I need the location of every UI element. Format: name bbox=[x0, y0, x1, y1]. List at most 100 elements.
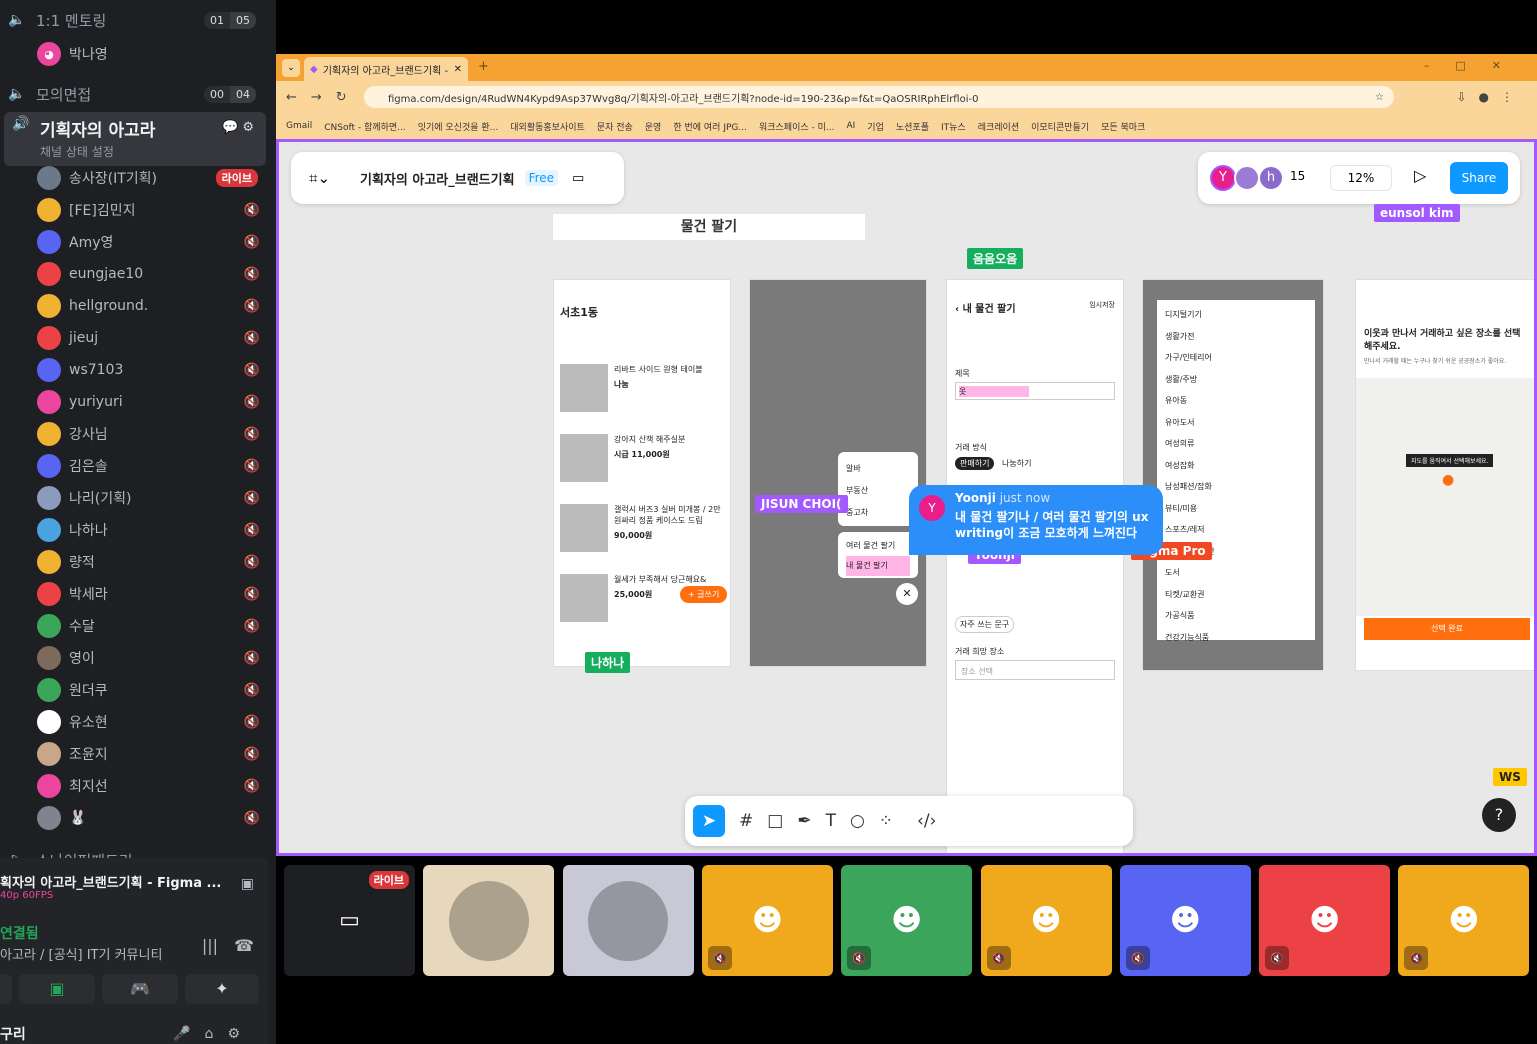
bookmark-item[interactable]: 한 번에 여러 JPG... bbox=[673, 120, 747, 133]
collaborator-avatar[interactable] bbox=[1234, 165, 1260, 191]
voice-user[interactable]: 나하나 🔇 bbox=[37, 516, 262, 544]
soundboard-button[interactable]: ✦ bbox=[185, 974, 259, 1004]
category-item[interactable]: 남성패션/잡화 bbox=[1165, 476, 1307, 498]
voice-user[interactable]: 수달 🔇 bbox=[37, 612, 262, 640]
user-tile[interactable]: ☻ 🔇 bbox=[980, 865, 1112, 976]
voice-user[interactable]: 강사님 🔇 bbox=[37, 420, 262, 448]
phone-frame-place[interactable]: 이웃과 만나서 거래하고 싶은 장소를 선택해주세요. 만나서 거래할 때는 누… bbox=[1355, 279, 1534, 671]
voice-user[interactable]: Amy영 🔇 bbox=[37, 228, 262, 256]
voice-channel-active[interactable]: 🔊 기획자의 아고라 채널 상태 설정 💬⚙ bbox=[4, 112, 266, 166]
pen-tool-icon[interactable]: ✒ bbox=[797, 811, 811, 831]
voice-user[interactable]: ◕ 박나영 bbox=[37, 40, 262, 68]
voice-channel-mentoring[interactable]: 🔈 1:1 멘토링 01 05 bbox=[0, 6, 268, 34]
voice-channel-interview[interactable]: 🔈 모의면접 00 04 bbox=[0, 80, 268, 108]
bookmark-item[interactable]: 노션포폴 bbox=[896, 120, 929, 133]
stop-stream-icon[interactable]: ▣ bbox=[241, 876, 254, 892]
voice-user[interactable]: [FE]김민지 🔇 bbox=[37, 196, 262, 224]
screen-share-button[interactable]: ▣ bbox=[19, 974, 95, 1004]
category-item[interactable]: 생활/주방 bbox=[1165, 369, 1307, 391]
bookmark-item[interactable]: CNSoft - 함께하면... bbox=[324, 120, 405, 133]
file-name[interactable]: 기획자의 아고라_브랜드기획 bbox=[360, 169, 515, 188]
text-tool-icon[interactable]: T bbox=[826, 811, 836, 831]
comment-bubble[interactable]: Y Yoonji just now 내 물건 팔기나 / 여러 물건 팔기의 u… bbox=[909, 485, 1163, 555]
save-draft-link[interactable]: 임시저장 bbox=[1089, 300, 1115, 310]
phone-frame-category[interactable]: 디지털기기 생활가전 가구/인테리어 생활/주방 유아동 유아도서 여성의류 여성잡화 남성패션… bbox=[1142, 279, 1324, 671]
present-icon[interactable]: ▷ bbox=[1414, 166, 1426, 185]
comment-tool-icon[interactable]: ○ bbox=[850, 811, 865, 831]
category-item[interactable]: 가구/인테리어 bbox=[1165, 347, 1307, 369]
category-item[interactable]: 유아동 bbox=[1165, 390, 1307, 412]
close-tab-icon[interactable]: ✕ bbox=[454, 64, 462, 75]
voice-user[interactable]: hellground. 🔇 bbox=[37, 292, 262, 320]
category-item[interactable]: 도서 bbox=[1165, 562, 1307, 584]
voice-user[interactable]: jieuj 🔇 bbox=[37, 324, 262, 352]
bookmark-item[interactable]: 기업 bbox=[867, 120, 884, 133]
channel-status[interactable]: 채널 상태 설정 bbox=[40, 143, 155, 160]
user-tile[interactable]: ☻ 🔇 bbox=[1398, 865, 1530, 976]
voice-user[interactable]: 량적 🔇 bbox=[37, 548, 262, 576]
user-tile[interactable]: ☻ 🔇 bbox=[701, 865, 833, 976]
collaborator-avatar[interactable]: h bbox=[1258, 165, 1284, 191]
voice-user[interactable]: 송사장(IT기획) 라이브 bbox=[37, 164, 262, 192]
voice-user[interactable]: 유소현 🔇 bbox=[37, 708, 262, 736]
figma-canvas[interactable]: ⌗⌄ 기획자의 아고라_브랜드기획 Free ▭ Y h 15 12% ▷ Sh… bbox=[276, 139, 1537, 856]
voice-user[interactable]: 김은솔 🔇 bbox=[37, 452, 262, 480]
bookmark-item[interactable]: 문자 전송 bbox=[597, 120, 633, 133]
help-icon[interactable]: ? bbox=[1482, 798, 1516, 832]
bookmark-item[interactable]: 대외활동홍보사이트 bbox=[510, 120, 585, 133]
listing-item[interactable]: 리바트 사이드 원형 테이블 나눔 bbox=[554, 356, 730, 420]
user-controls-icon[interactable]: 🎤⌂⚙ bbox=[173, 1026, 254, 1042]
category-item[interactable]: 뷰티/미용 bbox=[1165, 498, 1307, 520]
voice-user[interactable]: 🐰 🔇 bbox=[37, 804, 262, 832]
bookmark-item[interactable]: 워크스페이스 - 미... bbox=[759, 120, 835, 133]
browser-tab[interactable]: ◆ 기획자의 아고라_브랜드기획 - ✕ bbox=[304, 57, 468, 81]
dev-mode-icon[interactable]: ‹/› bbox=[917, 811, 936, 831]
bookmark-item[interactable]: 이모티콘만들기 bbox=[1031, 120, 1089, 133]
back-icon[interactable]: ‹ bbox=[955, 304, 963, 315]
voice-user[interactable]: 영이 🔇 bbox=[37, 644, 262, 672]
user-tile[interactable]: ☻ 🔇 bbox=[1259, 865, 1391, 976]
collaborator-avatar[interactable]: Y bbox=[1210, 165, 1236, 191]
disconnect-icon[interactable]: ☎ bbox=[234, 936, 254, 955]
category-item[interactable]: 가공식품 bbox=[1165, 605, 1307, 627]
popup-menu-item[interactable]: 알바 bbox=[846, 458, 910, 480]
title-input[interactable]: 옷 bbox=[955, 382, 1115, 400]
bookmark-item[interactable]: AI bbox=[846, 121, 855, 131]
move-tool-icon[interactable]: ➤ bbox=[693, 805, 725, 837]
category-item[interactable]: 생활가전 bbox=[1165, 326, 1307, 348]
share-option[interactable]: 나눔하기 bbox=[997, 457, 1036, 470]
category-item[interactable]: 스포츠/레저 bbox=[1165, 519, 1307, 541]
sidebar-toggle-icon[interactable]: ▭ bbox=[572, 171, 584, 186]
voice-user[interactable]: 원더쿠 🔇 bbox=[37, 676, 262, 704]
category-item[interactable]: 디지털기기 bbox=[1165, 304, 1307, 326]
category-item[interactable]: 여성의류 bbox=[1165, 433, 1307, 455]
voice-user[interactable]: 최지선 🔇 bbox=[37, 772, 262, 800]
close-icon[interactable]: ✕ bbox=[896, 583, 918, 605]
bookmark-item[interactable]: IT뉴스 bbox=[941, 120, 966, 133]
voice-location[interactable]: 아고라 / [공식] IT기 커뮤니티 bbox=[0, 944, 162, 963]
popup-menu-item[interactable]: 여러 물건 팔기 bbox=[846, 536, 910, 556]
noise-icon[interactable]: ||| bbox=[202, 936, 218, 955]
bookmark-item[interactable]: Gmail bbox=[286, 121, 312, 131]
section-title[interactable]: 물건 팔기 bbox=[553, 214, 865, 240]
tab-menu-icon[interactable]: ⌄ bbox=[282, 59, 300, 77]
new-tab-icon[interactable]: + bbox=[478, 59, 489, 74]
popup-menu-item[interactable]: 중고차 bbox=[846, 502, 910, 524]
phone-frame-home-dimmed[interactable]: 알바 부동산 중고차 여러 물건 팔기 내 물건 팔기 ✕ bbox=[749, 279, 927, 667]
category-item[interactable]: 티켓/교환권 bbox=[1165, 584, 1307, 606]
category-item[interactable]: 건강기능식품 bbox=[1165, 627, 1307, 649]
url-input[interactable]: figma.com/design/4RudWN4Kypd9Asp37Wvg8q/… bbox=[364, 86, 1394, 108]
category-item[interactable]: 여성잡화 bbox=[1165, 455, 1307, 477]
camera-button[interactable] bbox=[0, 974, 12, 1004]
sell-option[interactable]: 판매하기 bbox=[955, 457, 995, 470]
activity-button[interactable]: 🎮 bbox=[102, 974, 178, 1004]
stream-tile[interactable]: ▭ 라이브 bbox=[284, 865, 415, 976]
voice-user[interactable]: eungjae10 🔇 bbox=[37, 260, 262, 288]
voice-user[interactable]: ws7103 🔇 bbox=[37, 356, 262, 384]
resources-tool-icon[interactable]: ⁘ bbox=[879, 811, 893, 831]
phrase-button[interactable]: 자주 쓰는 문구 bbox=[955, 616, 1015, 633]
phone-frame-home[interactable]: 서초1동 리바트 사이드 원형 테이블 나눔 강아지 산책 해주실분 시급 11,00… bbox=[553, 279, 731, 667]
window-controls-icon[interactable]: –□✕ bbox=[1424, 59, 1527, 72]
shape-tool-icon[interactable]: □ bbox=[767, 811, 783, 831]
bookmark-item[interactable]: 레크레이션 bbox=[978, 120, 1019, 133]
